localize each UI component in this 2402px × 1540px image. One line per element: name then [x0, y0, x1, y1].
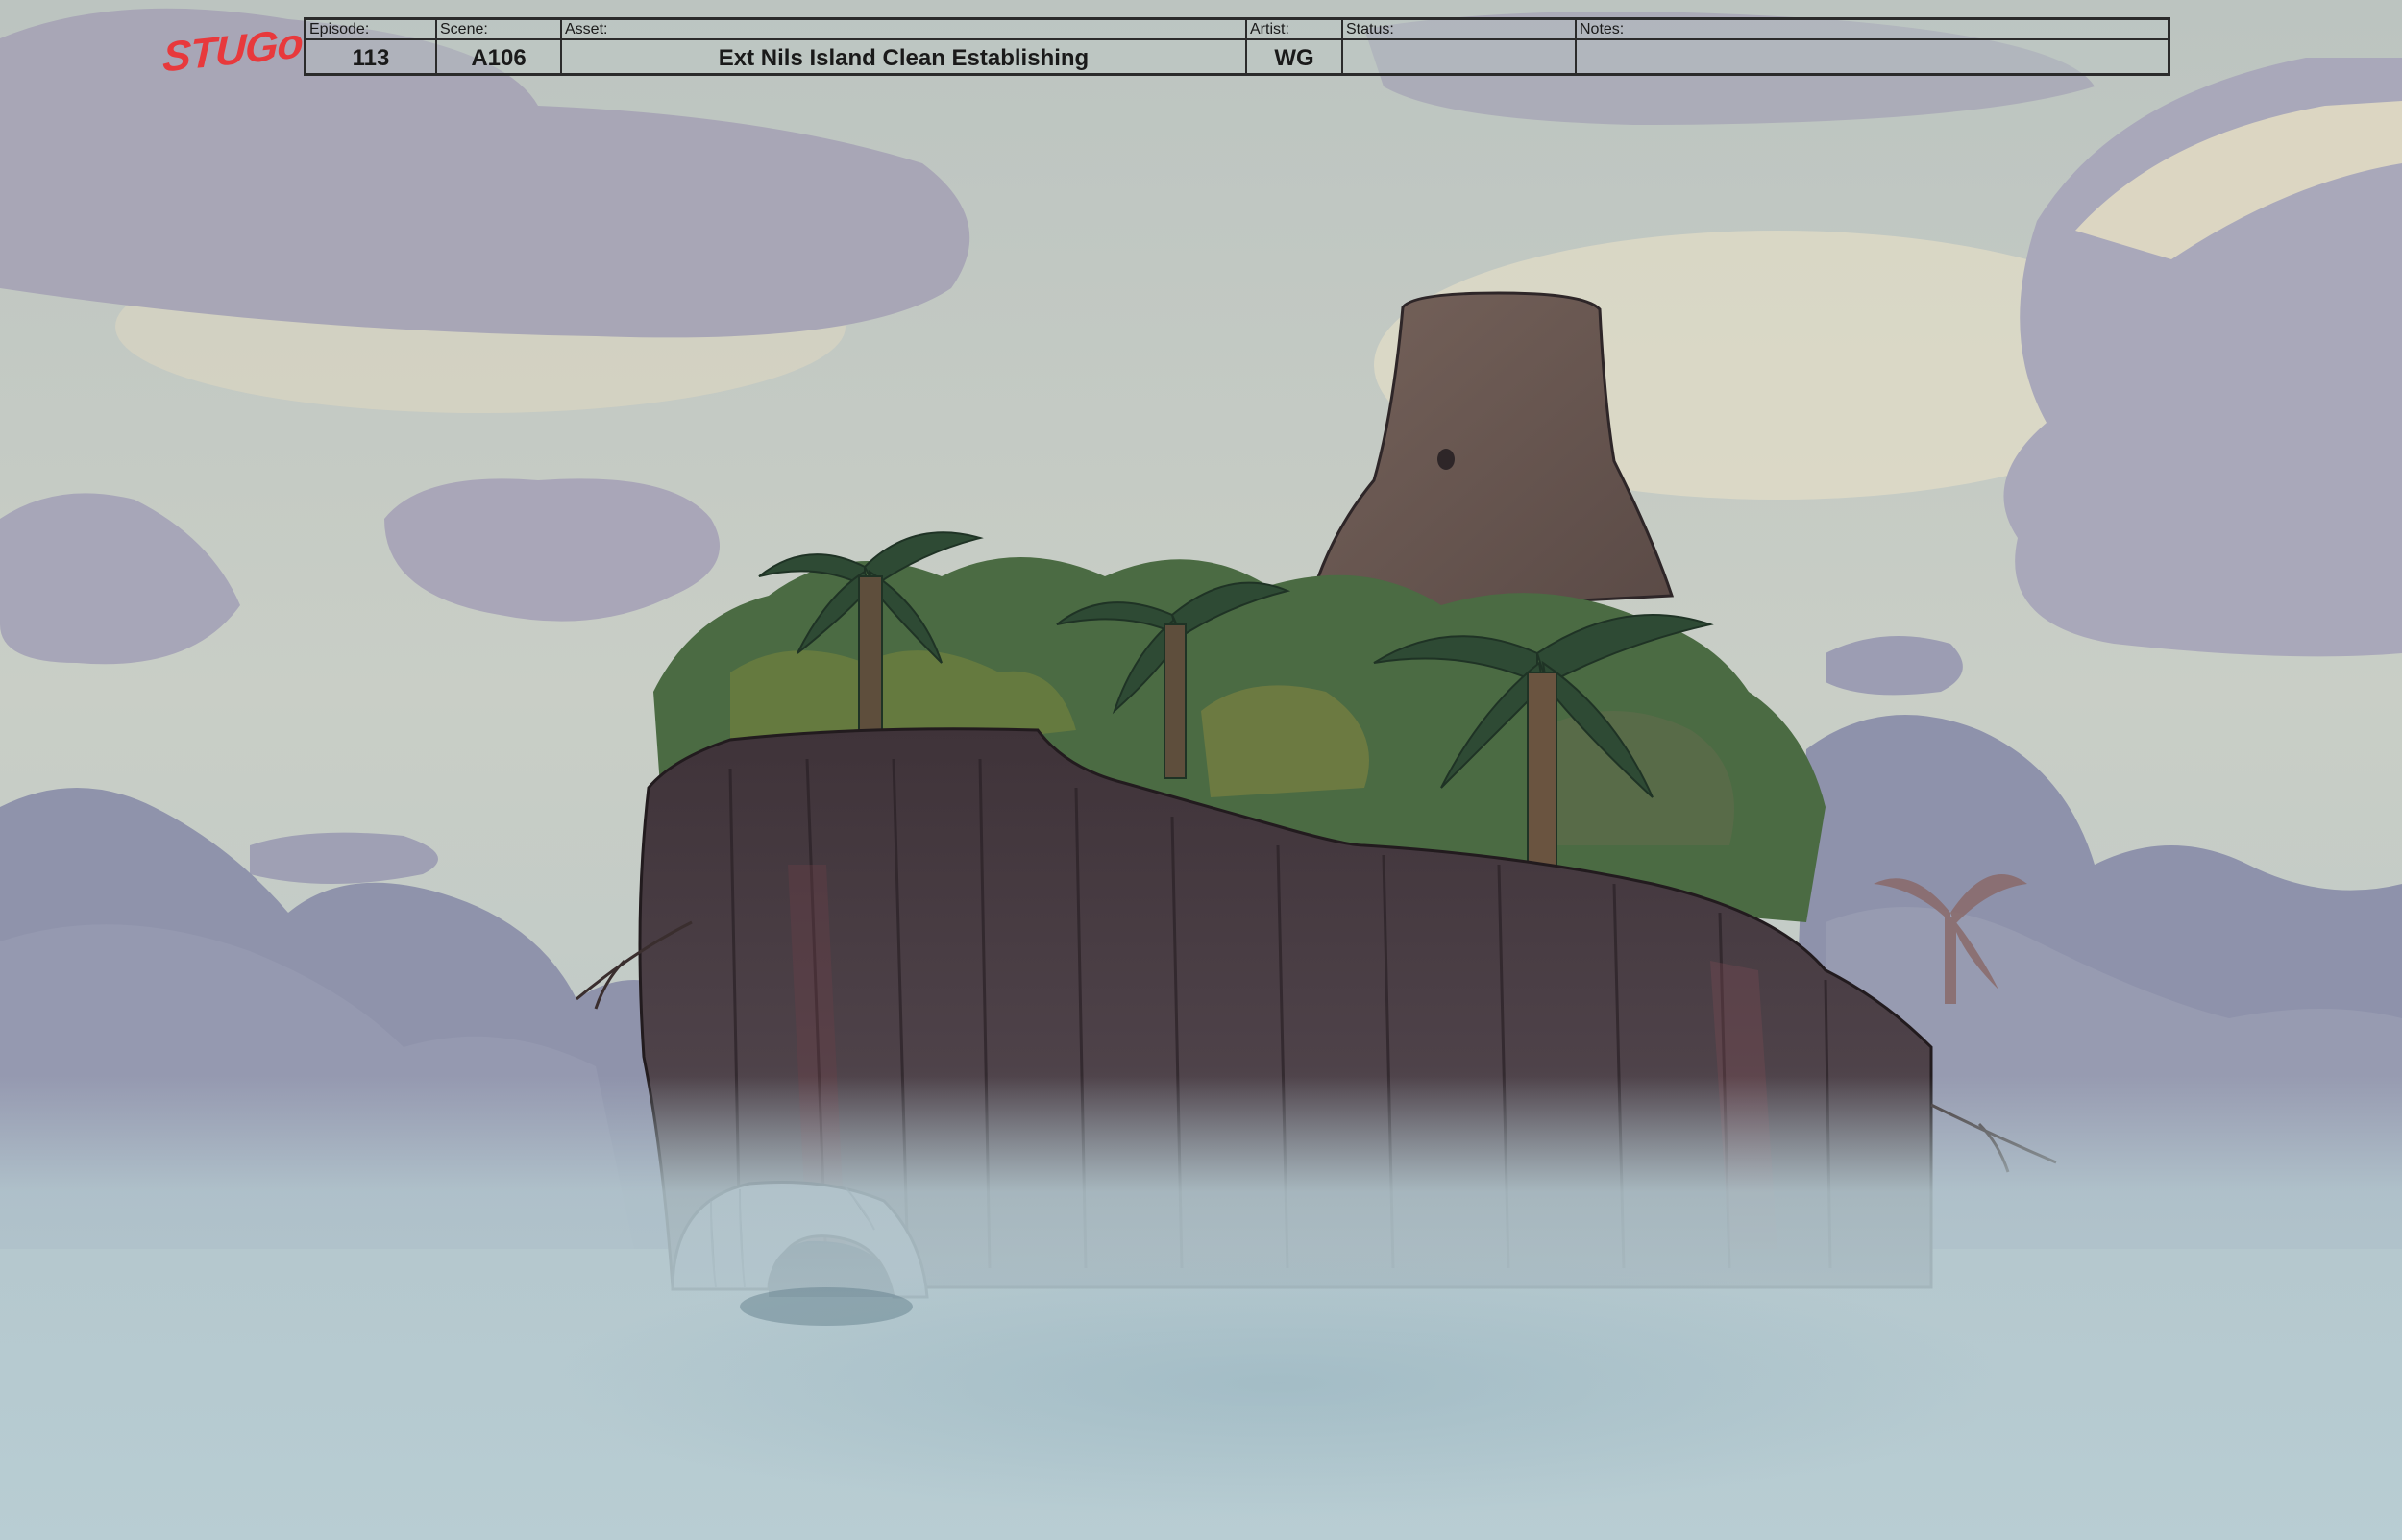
slate-episode: Episode: 113 — [306, 20, 437, 73]
slate-status-label: Status: — [1346, 21, 1394, 37]
slate-asset-label: Asset: — [565, 21, 608, 37]
studio-logo: STUGo — [161, 20, 303, 82]
slate-artist-label: Artist: — [1250, 21, 1289, 37]
slate-episode-value: 113 — [352, 45, 390, 71]
slate-asset: Asset: Ext Nils Island Clean Establishin… — [562, 20, 1247, 73]
slate-scene: Scene: A106 — [437, 20, 562, 73]
slate-notes-label: Notes: — [1580, 21, 1625, 37]
island-scene-illustration — [0, 0, 2402, 1540]
slate-episode-label: Episode: — [309, 21, 370, 37]
studio-logo-text: STUGo — [161, 19, 304, 82]
background-art-frame: STUGo Episode: 113 Scene: A106 Asset: Ex… — [0, 0, 2402, 1540]
slate-artist-value: WG — [1274, 45, 1314, 71]
production-slate: Episode: 113 Scene: A106 Asset: Ext Nils… — [304, 17, 2170, 76]
slate-scene-value: A106 — [471, 45, 527, 71]
slate-status: Status: — [1343, 20, 1577, 73]
slate-scene-label: Scene: — [440, 21, 488, 37]
slate-artist: Artist: WG — [1247, 20, 1343, 73]
slate-notes: Notes: — [1577, 20, 2168, 73]
slate-asset-value: Ext Nils Island Clean Establishing — [718, 45, 1090, 71]
